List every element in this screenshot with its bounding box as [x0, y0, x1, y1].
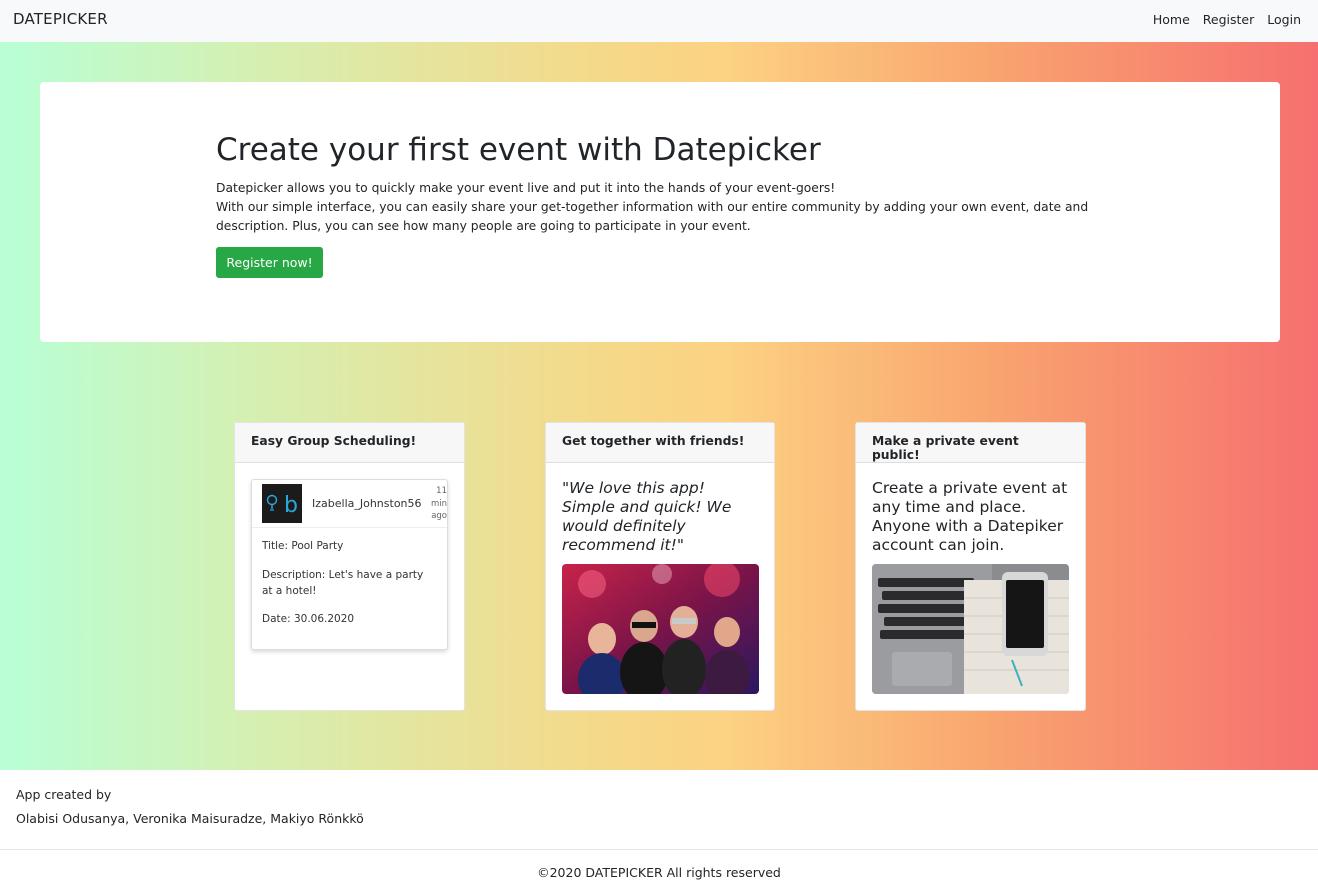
- register-now-button[interactable]: Register now!: [216, 247, 323, 278]
- post-description: Description: Let's have a party at a hot…: [262, 569, 424, 597]
- hero-panel: Create your first event with Datepicker …: [40, 82, 1280, 342]
- hero-description: Datepicker allows you to quickly make yo…: [216, 179, 1096, 236]
- party-photo: [562, 564, 759, 694]
- nav-login-link[interactable]: Login: [1267, 12, 1301, 27]
- event-post[interactable]: b Izabella_Johnston56 11 min ago Title: …: [251, 479, 448, 650]
- card-header: Get together with friends!: [546, 423, 774, 463]
- feature-card-scheduling: Easy Group Scheduling! b Izabella_Johnst…: [234, 422, 465, 711]
- post-time-ago: 11 min ago: [430, 486, 447, 521]
- footer-divider: [0, 849, 1318, 850]
- laptop-phone-photo-icon: [872, 564, 1069, 694]
- post-username[interactable]: Izabella_Johnston56: [312, 497, 422, 510]
- bulb-b-icon: b: [266, 493, 298, 518]
- copyright: ©2020 DATEPICKER All rights reserved: [537, 865, 781, 880]
- brand-logo[interactable]: DATEPICKER: [13, 10, 108, 28]
- laptop-photo: [872, 564, 1069, 694]
- hero-line-1: Datepicker allows you to quickly make yo…: [216, 181, 836, 195]
- avatar: b: [262, 484, 302, 523]
- post-date: Date: 30.06.2020: [262, 613, 355, 625]
- hero-title: Create your first event with Datepicker: [216, 132, 821, 168]
- post-header: b Izabella_Johnston56 11 min ago: [252, 480, 447, 528]
- hero-line-2: With our simple interface, you can easil…: [216, 200, 1089, 233]
- private-event-description: Create a private event at any time and p…: [872, 479, 1068, 554]
- nav-links: Home Register Login: [1153, 12, 1301, 27]
- nav-home-link[interactable]: Home: [1153, 12, 1190, 27]
- feature-card-private-event: Make a private event public! Create a pr…: [855, 422, 1086, 711]
- party-photo-icon: [562, 564, 759, 694]
- svg-text:b: b: [284, 493, 298, 518]
- testimonial-quote: "We love this app! Simple and quick! We …: [562, 479, 732, 554]
- created-by-label: App created by: [16, 787, 112, 802]
- post-title: Title: Pool Party: [262, 540, 344, 552]
- nav-register-link[interactable]: Register: [1203, 12, 1254, 27]
- credits: App created by Olabisi Odusanya, Veronik…: [16, 783, 364, 831]
- navbar: DATEPICKER Home Register Login: [0, 0, 1318, 42]
- feature-card-friends: Get together with friends! "We love this…: [545, 422, 775, 711]
- card-header: Make a private event public!: [856, 423, 1085, 463]
- authors: Olabisi Odusanya, Veronika Maisuradze, M…: [16, 811, 364, 826]
- card-header: Easy Group Scheduling!: [235, 423, 464, 463]
